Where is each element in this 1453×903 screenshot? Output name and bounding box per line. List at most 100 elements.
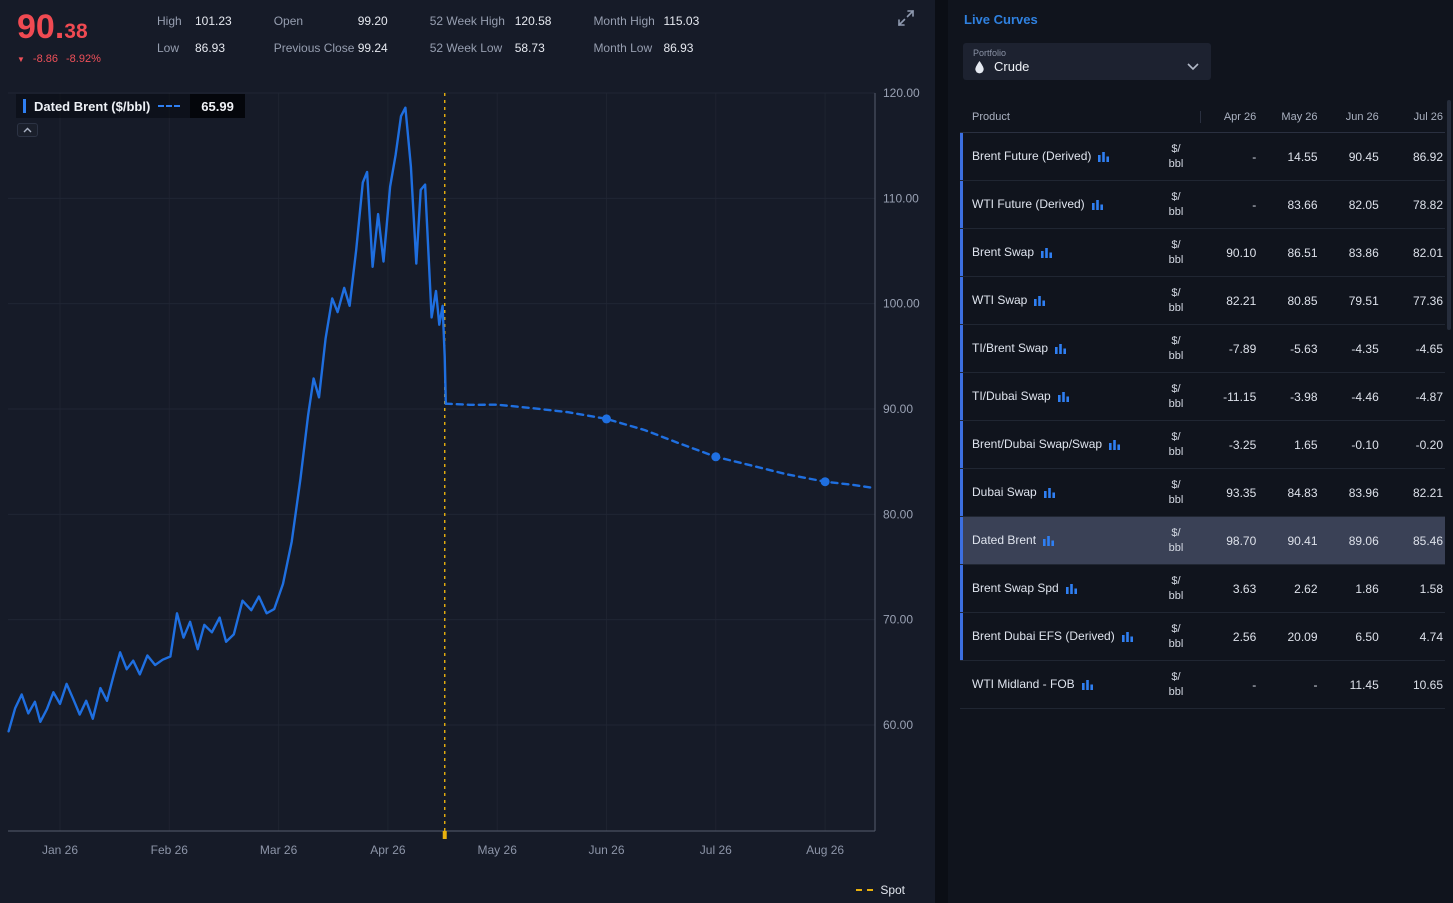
portfolio-dropdown[interactable]: Portfolio Crude bbox=[963, 43, 1211, 80]
price-chart-area[interactable]: Jan 26 Feb 26 Mar 26 Apr 26 May 26 Jun 26 Jul … bbox=[0, 85, 935, 903]
mini-chart-icon[interactable] bbox=[1098, 151, 1110, 162]
curve-value: 86.51 bbox=[1287, 245, 1318, 260]
series-label: Dated Brent ($/bbl) bbox=[34, 98, 151, 114]
live-curves-title[interactable]: Live Curves bbox=[964, 12, 1445, 27]
product-name: WTI Future (Derived) bbox=[972, 197, 1085, 211]
product-cell[interactable]: Brent Swap bbox=[960, 245, 1152, 260]
row-accent-bar bbox=[960, 421, 963, 468]
mini-chart-icon[interactable] bbox=[1065, 583, 1077, 594]
table-row[interactable]: WTI Midland - FOB $/ bbl - - 11.45 10.65 bbox=[960, 661, 1445, 709]
curve-value: 20.09 bbox=[1287, 629, 1318, 644]
curve-value: -4.65 bbox=[1415, 341, 1443, 356]
dashed-line-swatch bbox=[158, 105, 181, 107]
row-accent-bar bbox=[960, 373, 963, 420]
stat-value: 101.23 bbox=[195, 14, 232, 28]
svg-text:110.00: 110.00 bbox=[883, 191, 919, 205]
column-header-jul26[interactable]: Jul 26 bbox=[1384, 111, 1445, 123]
price-decimal: 38 bbox=[64, 20, 88, 43]
curve-value: 90.45 bbox=[1348, 149, 1379, 164]
stat-value: 115.03 bbox=[663, 14, 700, 28]
unit-cell: $/ bbl bbox=[1168, 382, 1184, 410]
stat-value: 86.93 bbox=[663, 41, 694, 55]
live-curves-table: Product Apr 26 May 26 Jun 26 Jul 26 Bren… bbox=[960, 104, 1445, 709]
curve-value: -4.35 bbox=[1351, 341, 1379, 356]
table-row[interactable]: Dated Brent $/ bbl 98.70 90.41 89.06 85.46 bbox=[960, 517, 1445, 565]
unit-cell: $/ bbl bbox=[1168, 478, 1184, 506]
stat-label: Month Low bbox=[593, 41, 653, 55]
curve-value: 14.55 bbox=[1287, 149, 1318, 164]
row-accent-bar bbox=[960, 229, 963, 276]
curve-value: -11.15 bbox=[1223, 389, 1257, 404]
svg-text:120.00: 120.00 bbox=[883, 86, 920, 100]
curve-value: - bbox=[1252, 197, 1257, 212]
mini-chart-icon[interactable] bbox=[1043, 535, 1055, 546]
product-name: WTI Midland - FOB bbox=[972, 677, 1075, 691]
table-row[interactable]: Brent Future (Derived) $/ bbl - 14.55 90.45 8… bbox=[960, 133, 1445, 181]
table-row[interactable]: Brent Swap $/ bbl 90.10 86.51 83.86 82.01 bbox=[960, 229, 1445, 277]
change-percent: -8.92% bbox=[66, 53, 101, 65]
curve-value: -3.25 bbox=[1228, 437, 1257, 452]
product-cell[interactable]: TI/Dubai Swap bbox=[960, 389, 1152, 404]
product-cell[interactable]: WTI Future (Derived) bbox=[960, 197, 1152, 212]
mini-chart-icon[interactable] bbox=[1055, 343, 1067, 354]
curve-value: 98.70 bbox=[1226, 533, 1257, 548]
curve-value: 90.10 bbox=[1226, 245, 1257, 260]
table-row[interactable]: Brent Dubai EFS (Derived) $/ bbl 2.56 20.09… bbox=[960, 613, 1445, 661]
table-row[interactable]: Brent Swap Spd $/ bbl 3.63 2.62 1.86 1.58 bbox=[960, 565, 1445, 613]
svg-text:100.00: 100.00 bbox=[883, 297, 920, 311]
panel-divider bbox=[935, 0, 948, 903]
table-row[interactable]: Brent/Dubai Swap/Swap $/ bbl -3.25 1.65 -0.1… bbox=[960, 421, 1445, 469]
unit-cell: $/ bbl bbox=[1168, 526, 1184, 554]
curve-value: -0.10 bbox=[1351, 437, 1379, 452]
column-header-jun26[interactable]: Jun 26 bbox=[1323, 111, 1384, 123]
stat-label: 52 Week High bbox=[429, 14, 505, 28]
table-row[interactable]: TI/Brent Swap $/ bbl -7.89 -5.63 -4.35 -4.65 bbox=[960, 325, 1445, 373]
product-cell[interactable]: Brent Future (Derived) bbox=[960, 149, 1152, 164]
curve-value: 86.92 bbox=[1412, 149, 1443, 164]
table-row[interactable]: WTI Swap $/ bbl 82.21 80.85 79.51 77.36 bbox=[960, 277, 1445, 325]
change-value: -8.86 bbox=[32, 53, 58, 65]
product-cell[interactable]: Dubai Swap bbox=[960, 485, 1152, 500]
table-row[interactable]: WTI Future (Derived) $/ bbl - 83.66 82.05 78.… bbox=[960, 181, 1445, 229]
column-header-apr26[interactable]: Apr 26 bbox=[1200, 111, 1261, 123]
stat-value: 86.93 bbox=[195, 41, 226, 55]
product-cell[interactable]: Brent Dubai EFS (Derived) bbox=[960, 629, 1152, 644]
row-accent-bar bbox=[960, 613, 963, 660]
chevron-down-icon bbox=[1187, 63, 1199, 71]
svg-text:Mar 26: Mar 26 bbox=[260, 843, 298, 857]
mini-chart-icon[interactable] bbox=[1041, 247, 1053, 258]
product-cell[interactable]: WTI Swap bbox=[960, 293, 1152, 308]
mini-chart-icon[interactable] bbox=[1057, 391, 1069, 402]
product-name: Brent Dubai EFS (Derived) bbox=[972, 629, 1115, 643]
expand-chart-button[interactable] bbox=[895, 8, 917, 30]
collapse-legend-button[interactable] bbox=[17, 123, 38, 137]
mini-chart-icon[interactable] bbox=[1121, 631, 1133, 642]
mini-chart-icon[interactable] bbox=[1034, 295, 1046, 306]
mini-chart-icon[interactable] bbox=[1091, 199, 1103, 210]
column-header-may26[interactable]: May 26 bbox=[1261, 111, 1322, 123]
table-row[interactable]: Dubai Swap $/ bbl 93.35 84.83 83.96 82.21 bbox=[960, 469, 1445, 517]
scrollbar-thumb[interactable] bbox=[1447, 100, 1451, 330]
mini-chart-icon[interactable] bbox=[1081, 679, 1093, 690]
portfolio-label: Portfolio bbox=[973, 48, 1007, 58]
stat-group: High 101.23 Low 86.93 bbox=[157, 14, 232, 68]
stat-group: Month High 115.03 Month Low 86.93 bbox=[593, 14, 699, 68]
curve-value: 10.65 bbox=[1412, 677, 1443, 692]
price-chart[interactable]: Jan 26 Feb 26 Mar 26 Apr 26 May 26 Jun 26 Jul … bbox=[0, 85, 935, 903]
expand-arrows-icon bbox=[898, 9, 914, 26]
unit-cell: $/ bbl bbox=[1168, 670, 1184, 698]
product-cell[interactable]: Dated Brent bbox=[960, 533, 1152, 548]
down-triangle-icon: ▼ bbox=[17, 54, 25, 64]
svg-text:70.00: 70.00 bbox=[883, 613, 913, 627]
curve-value: - bbox=[1252, 149, 1257, 164]
product-cell[interactable]: TI/Brent Swap bbox=[960, 341, 1152, 356]
table-row[interactable]: TI/Dubai Swap $/ bbl -11.15 -3.98 -4.46 -4.87 bbox=[960, 373, 1445, 421]
curve-value: 89.06 bbox=[1348, 533, 1379, 548]
product-cell[interactable]: Brent/Dubai Swap/Swap bbox=[960, 437, 1152, 452]
product-cell[interactable]: WTI Midland - FOB bbox=[960, 677, 1152, 692]
column-header-product[interactable]: Product bbox=[960, 111, 1152, 123]
mini-chart-icon[interactable] bbox=[1109, 439, 1121, 450]
product-cell[interactable]: Brent Swap Spd bbox=[960, 581, 1152, 596]
live-curves-panel: Live Curves Portfolio Crude Product Apr … bbox=[948, 0, 1453, 903]
mini-chart-icon[interactable] bbox=[1043, 487, 1055, 498]
